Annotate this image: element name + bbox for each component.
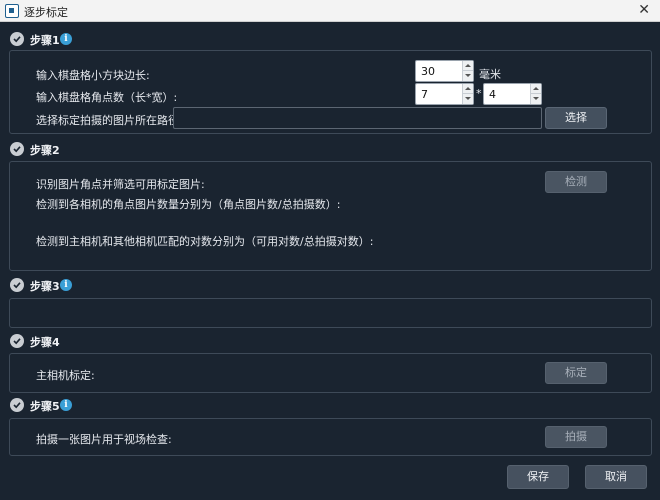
step1-panel: 输入棋盘格小方块边长: 30 毫米 输入棋盘格角点数（长*宽）: 7 * 4 选… (9, 50, 652, 134)
check-icon (10, 142, 24, 156)
corners-label: 输入棋盘格角点数（长*宽）: (36, 91, 178, 104)
square-size-unit: 毫米 (479, 68, 501, 81)
step3-label: 步骤3 (30, 280, 60, 293)
corner-count-label: 检测到各相机的角点图片数量分别为（角点图片数/总拍摄数）: (36, 198, 341, 211)
decrement-icon[interactable] (463, 94, 473, 104)
detect-button[interactable]: 检测 (545, 171, 607, 193)
check-icon (10, 32, 24, 46)
corners-width-stepper[interactable]: 4 (483, 83, 542, 105)
window-title: 逐步标定 (24, 6, 68, 19)
step3-panel (9, 298, 652, 328)
decrement-icon[interactable] (531, 94, 541, 104)
increment-icon[interactable] (531, 84, 541, 94)
square-size-label: 输入棋盘格小方块边长: (36, 69, 150, 82)
step2-label: 步骤2 (30, 144, 60, 157)
check-icon (10, 278, 24, 292)
step1-label: 步骤1 (30, 34, 60, 47)
check-icon (10, 334, 24, 348)
stepper-arrows (462, 61, 473, 81)
corners-length-stepper[interactable]: 7 (415, 83, 474, 105)
decrement-icon[interactable] (463, 71, 473, 81)
info-icon[interactable]: i (60, 33, 72, 45)
step4-panel: 主相机标定: 标定 (9, 353, 652, 393)
step2-panel: 识别图片角点并筛选可用标定图片: 检测 检测到各相机的角点图片数量分别为（角点图… (9, 161, 652, 271)
capture-label: 拍摄一张图片用于视场检查: (36, 433, 172, 446)
step5-label: 步骤5 (30, 400, 60, 413)
select-button[interactable]: 选择 (545, 107, 607, 129)
detect-label: 识别图片角点并筛选可用标定图片: (36, 178, 205, 191)
close-icon[interactable]: ✕ (638, 2, 650, 18)
square-size-value: 30 (421, 65, 435, 78)
check-icon (10, 398, 24, 412)
info-icon[interactable]: i (60, 279, 72, 291)
corners-width-value: 4 (489, 88, 496, 101)
pair-count-label: 检测到主相机和其他相机匹配的对数分别为（可用对数/总拍摄对数）: (36, 235, 374, 248)
capture-button[interactable]: 拍摄 (545, 426, 607, 448)
calibrate-button[interactable]: 标定 (545, 362, 607, 384)
path-input[interactable] (173, 107, 542, 129)
main-camera-label: 主相机标定: (36, 369, 95, 382)
stepper-arrows (462, 84, 473, 104)
step4-label: 步骤4 (30, 336, 60, 349)
step5-panel: 拍摄一张图片用于视场检查: 拍摄 (9, 418, 652, 456)
increment-icon[interactable] (463, 61, 473, 71)
save-button[interactable]: 保存 (507, 465, 569, 489)
path-label: 选择标定拍摄的图片所在路径: (36, 114, 183, 127)
app-icon (5, 4, 19, 18)
corners-separator: * (476, 87, 482, 100)
stepper-arrows (530, 84, 541, 104)
square-size-stepper[interactable]: 30 (415, 60, 474, 82)
increment-icon[interactable] (463, 84, 473, 94)
cancel-button[interactable]: 取消 (585, 465, 647, 489)
corners-length-value: 7 (421, 88, 428, 101)
info-icon[interactable]: i (60, 399, 72, 411)
title-bar: 逐步标定 ✕ (0, 0, 660, 22)
